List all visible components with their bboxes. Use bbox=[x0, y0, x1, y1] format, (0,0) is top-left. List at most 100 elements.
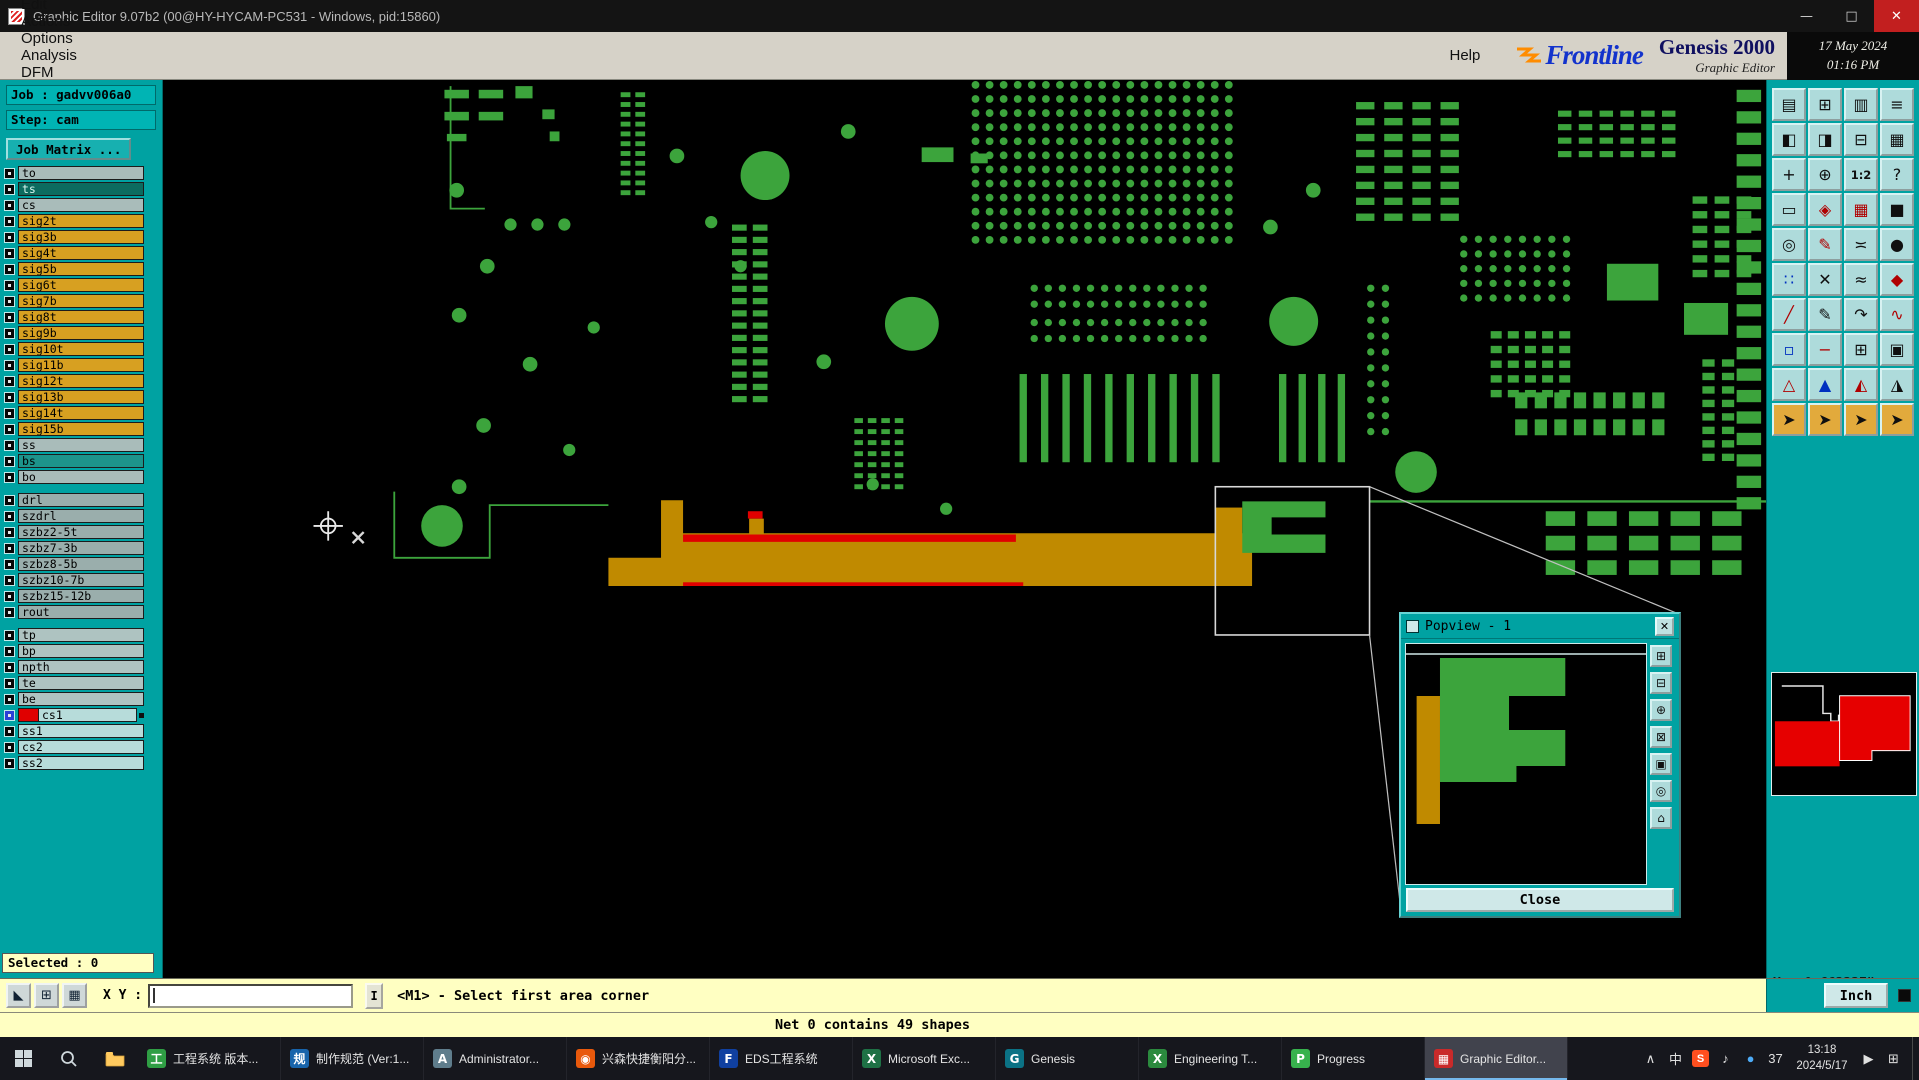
taskbar-item-genesis[interactable]: G Genesis bbox=[996, 1037, 1139, 1080]
list-view-tool[interactable]: ≡ bbox=[1880, 88, 1914, 121]
snap-mode-button[interactable]: ◣ bbox=[6, 983, 31, 1008]
layer-row-bp[interactable]: bp bbox=[4, 643, 144, 659]
layer-visibility-sig13b[interactable] bbox=[4, 391, 15, 403]
layer-visibility-sig10t[interactable] bbox=[4, 343, 15, 355]
layer-row-te[interactable]: te bbox=[4, 675, 144, 691]
layer-visibility-szbz2-5t[interactable] bbox=[4, 526, 15, 538]
filled-rect-tool[interactable]: ■ bbox=[1880, 193, 1914, 226]
volume-icon[interactable]: ♪ bbox=[1713, 1037, 1738, 1080]
popview-fit-button[interactable]: ▣ bbox=[1650, 753, 1672, 775]
layer-visibility-cs[interactable] bbox=[4, 199, 15, 211]
layer-visibility-sig4t[interactable] bbox=[4, 247, 15, 259]
taskbar-clock[interactable]: 13:18 2024/5/17 bbox=[1788, 1043, 1856, 1074]
layer-row-bo[interactable]: bo bbox=[4, 469, 144, 485]
layer-row-drl[interactable]: drl bbox=[4, 492, 144, 508]
menu-dfm[interactable]: DFM bbox=[10, 64, 93, 81]
show-desktop-button[interactable] bbox=[1912, 1037, 1919, 1080]
layer-name-sig11b[interactable]: sig11b bbox=[18, 358, 144, 372]
layer-row-npth[interactable]: npth bbox=[4, 659, 144, 675]
frame-tool[interactable]: ▭ bbox=[1772, 193, 1806, 226]
layer-visibility-ss2[interactable] bbox=[4, 757, 15, 769]
layer-name-sig8t[interactable]: sig8t bbox=[18, 310, 144, 324]
pick-tool[interactable]: ➤ bbox=[1808, 403, 1842, 436]
layer-visibility-npth[interactable] bbox=[4, 661, 15, 673]
layer-row-sig12t[interactable]: sig12t bbox=[4, 373, 144, 389]
layer-row-sig4t[interactable]: sig4t bbox=[4, 245, 144, 261]
layer-name-npth[interactable]: npth bbox=[18, 660, 144, 674]
layer-name-ts[interactable]: ts bbox=[18, 182, 144, 196]
layer-name-sig14t[interactable]: sig14t bbox=[18, 406, 144, 420]
overview-window[interactable] bbox=[1771, 672, 1917, 796]
layer-visibility-bp[interactable] bbox=[4, 645, 15, 657]
popview-close-button[interactable]: Close bbox=[1406, 888, 1674, 912]
popview-home-button[interactable]: ⌂ bbox=[1650, 807, 1672, 829]
dot-pattern-tool[interactable]: ∷ bbox=[1772, 263, 1806, 296]
layer-visibility-drl[interactable] bbox=[4, 494, 15, 506]
layer-name-drl[interactable]: drl bbox=[18, 493, 144, 507]
temperature-badge[interactable]: 37 bbox=[1763, 1037, 1788, 1080]
layer-visibility-sig14t[interactable] bbox=[4, 407, 15, 419]
layer-name-sig5b[interactable]: sig5b bbox=[18, 262, 144, 276]
taskbar-item-excel[interactable]: X Microsoft Exc... bbox=[853, 1037, 996, 1080]
pencil-tool[interactable]: ✎ bbox=[1808, 298, 1842, 331]
layer-name-tp[interactable]: tp bbox=[18, 628, 144, 642]
delete-tool[interactable]: ✕ bbox=[1808, 263, 1842, 296]
triangle-left-tool[interactable]: ◭ bbox=[1844, 368, 1878, 401]
taskbar-item-engineering-t[interactable]: X Engineering T... bbox=[1139, 1037, 1282, 1080]
layer-visibility-rout[interactable] bbox=[4, 606, 15, 618]
layer-row-ss2[interactable]: ss2 bbox=[4, 755, 144, 771]
taskbar-item-progress[interactable]: P Progress bbox=[1282, 1037, 1425, 1080]
layer-visibility-szdrl[interactable] bbox=[4, 510, 15, 522]
triangle-right-tool[interactable]: ◮ bbox=[1880, 368, 1914, 401]
layer-visibility-szbz15-12b[interactable] bbox=[4, 590, 15, 602]
layer-row-sig7b[interactable]: sig7b bbox=[4, 293, 144, 309]
taskbar-item-engineering-system[interactable]: 工工程系统 版本... bbox=[138, 1037, 281, 1080]
layer-name-rout[interactable]: rout bbox=[18, 605, 144, 619]
minimize-button[interactable]: — bbox=[1784, 0, 1829, 32]
select-tool[interactable]: ➤ bbox=[1772, 403, 1806, 436]
help-tool[interactable]: ? bbox=[1880, 158, 1914, 191]
layer-visibility-sig12t[interactable] bbox=[4, 375, 15, 387]
arc-tool[interactable]: ↷ bbox=[1844, 298, 1878, 331]
layer-row-sig3b[interactable]: sig3b bbox=[4, 229, 144, 245]
job-matrix-button[interactable]: Job Matrix ... bbox=[6, 138, 132, 160]
table-red-tool[interactable]: ▦ bbox=[1844, 193, 1878, 226]
layer-row-sig5b[interactable]: sig5b bbox=[4, 261, 144, 277]
layer-row-sig14t[interactable]: sig14t bbox=[4, 405, 144, 421]
layer-row-cs1[interactable]: cs1 bbox=[4, 707, 144, 723]
layer-name-sig4t[interactable]: sig4t bbox=[18, 246, 144, 260]
layer-name-sig10t[interactable]: sig10t bbox=[18, 342, 144, 356]
start-button[interactable] bbox=[0, 1037, 46, 1080]
split-view-tool[interactable]: ⊟ bbox=[1844, 123, 1878, 156]
popview-titlebar[interactable]: Popview - 1 ✕ bbox=[1401, 614, 1679, 639]
menu-options[interactable]: Options bbox=[10, 30, 93, 47]
pad-fill-tool[interactable]: ▣ bbox=[1880, 333, 1914, 366]
cursor-tool[interactable]: ➤ bbox=[1844, 403, 1878, 436]
layer-visibility-bo[interactable] bbox=[4, 471, 15, 483]
curve-tool[interactable]: ∿ bbox=[1880, 298, 1914, 331]
layer-row-sig15b[interactable]: sig15b bbox=[4, 421, 144, 437]
layer-name-cs2[interactable]: cs2 bbox=[18, 740, 144, 754]
layer-row-szbz7-3b[interactable]: szbz7-3b bbox=[4, 540, 144, 556]
layer-visibility-to[interactable] bbox=[4, 167, 15, 179]
layer-row-szbz8-5b[interactable]: szbz8-5b bbox=[4, 556, 144, 572]
layer-visibility-sig5b[interactable] bbox=[4, 263, 15, 275]
layer-row-sig6t[interactable]: sig6t bbox=[4, 277, 144, 293]
layer-visibility-te[interactable] bbox=[4, 677, 15, 689]
layer-name-bp[interactable]: bp bbox=[18, 644, 144, 658]
layer-visibility-cs2[interactable] bbox=[4, 741, 15, 753]
layer-row-cs[interactable]: cs bbox=[4, 197, 144, 213]
layer-visibility-szbz10-7b[interactable] bbox=[4, 574, 15, 586]
pointer-tool[interactable]: ➤ bbox=[1880, 403, 1914, 436]
xy-input[interactable] bbox=[148, 983, 354, 1008]
layer-row-cs2[interactable]: cs2 bbox=[4, 739, 144, 755]
layer-name-sig7b[interactable]: sig7b bbox=[18, 294, 144, 308]
shade-left-tool[interactable]: ◧ bbox=[1772, 123, 1806, 156]
layer-row-szbz15-12b[interactable]: szbz15-12b bbox=[4, 588, 144, 604]
triangle-filled-tool[interactable]: ▲ bbox=[1808, 368, 1842, 401]
layer-name-be[interactable]: be bbox=[18, 692, 144, 706]
layer-name-sig9b[interactable]: sig9b bbox=[18, 326, 144, 340]
ring-tool[interactable]: ◎ bbox=[1772, 228, 1806, 261]
layer-name-ss2[interactable]: ss2 bbox=[18, 756, 144, 770]
layer-visibility-ss1[interactable] bbox=[4, 725, 15, 737]
